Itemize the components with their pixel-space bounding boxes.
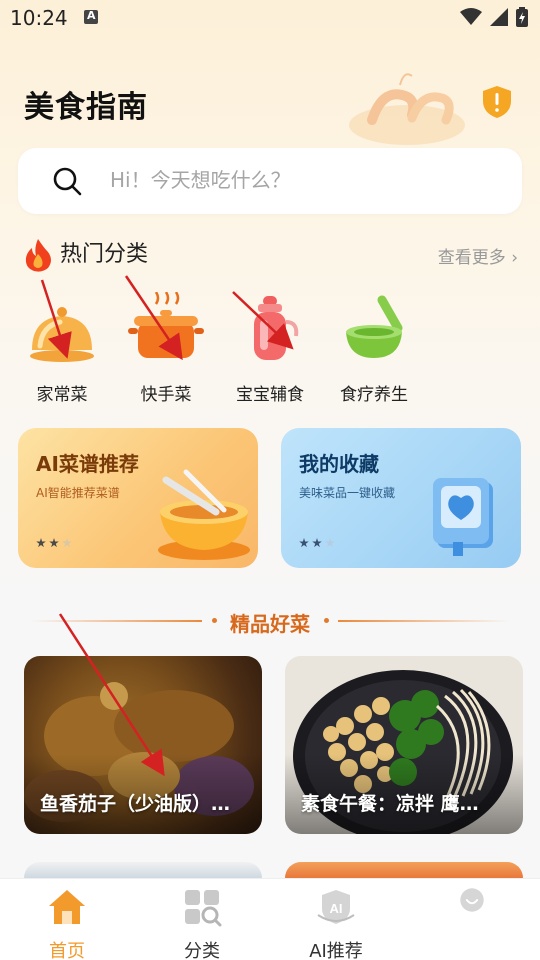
tab-ai-recommend[interactable]: AI AI推荐 (286, 887, 386, 960)
battery-icon (516, 7, 528, 27)
bottom-tab-bar: 首页 分类 AI AI推荐 (0, 878, 540, 960)
ai-recipe-card[interactable]: AI菜谱推荐 AI智能推荐菜谱 (18, 428, 258, 568)
dish-name: 素食午餐：凉拌 鹰… (301, 793, 479, 815)
category-label: 宝宝辅食 (236, 385, 304, 405)
rating-stars (299, 538, 335, 548)
tab-label: AI推荐 (309, 941, 363, 960)
bowl-icon (158, 469, 250, 560)
hot-categories-title: 热门分类 (60, 242, 149, 267)
featured-section-title: 精品好菜 (230, 612, 310, 636)
pot-icon (128, 291, 204, 358)
heart-book-icon (433, 478, 493, 556)
star-icon (299, 538, 309, 548)
svg-text:AI: AI (330, 901, 343, 916)
category-label: 家常菜 (36, 385, 88, 405)
notification-icon (84, 9, 98, 24)
cell-signal-icon (490, 8, 508, 26)
star-icon (312, 538, 322, 548)
tab-home[interactable]: 首页 (17, 887, 117, 960)
status-time: 10:24 (10, 6, 68, 30)
grid-search-icon (185, 890, 222, 927)
card-title: 我的收藏 (299, 452, 379, 476)
app-title: 美食指南 (24, 90, 148, 125)
status-bar: 10:24 (0, 0, 540, 36)
divider-dot (324, 618, 329, 623)
dish-card[interactable]: 鱼香茄子（少油版）… (24, 656, 262, 834)
featured-section-header: 精品好菜 (0, 606, 540, 636)
category-label: 快手菜 (140, 385, 192, 405)
card-title: AI菜谱推荐 (36, 452, 139, 476)
card-subtitle: 美味菜品一键收藏 (299, 486, 396, 500)
category-home-cooking[interactable]: 家常菜 (12, 292, 112, 405)
rating-stars (36, 538, 72, 548)
status-icons (460, 7, 528, 27)
card-subtitle: AI智能推荐菜谱 (36, 486, 120, 500)
baby-bottle-icon (254, 296, 299, 360)
category-health-diet[interactable]: 食疗养生 (324, 292, 424, 405)
star-icon (36, 538, 46, 548)
tab-categories[interactable]: 分类 (152, 887, 252, 960)
tab-profile[interactable] (422, 887, 522, 923)
star-icon (62, 538, 72, 548)
shrimp-decoration-icon (349, 73, 465, 145)
star-icon (325, 538, 335, 548)
category-quick-dishes[interactable]: 快手菜 (116, 291, 216, 405)
wifi-icon (460, 8, 482, 25)
star-icon (49, 538, 59, 548)
mortar-icon (346, 295, 403, 358)
see-more-link[interactable]: 查看更多 › (438, 243, 518, 268)
home-icon (49, 890, 85, 924)
search-input[interactable] (110, 168, 490, 192)
dish-name: 鱼香茄子（少油版）… (40, 793, 231, 815)
tab-label: 首页 (49, 941, 85, 960)
search-icon[interactable] (52, 166, 82, 196)
cloche-icon (30, 307, 94, 362)
category-label: 食疗养生 (340, 385, 408, 405)
fire-icon (25, 239, 51, 272)
tab-label: 分类 (184, 941, 220, 960)
ai-badge-icon: AI (317, 890, 355, 924)
category-baby-food[interactable]: 宝宝辅食 (220, 292, 320, 405)
profile-icon (460, 888, 484, 912)
shield-icon[interactable] (482, 85, 512, 119)
my-favorites-card[interactable]: 我的收藏 美味菜品一键收藏 (281, 428, 521, 568)
divider (338, 620, 510, 622)
dish-card[interactable]: 素食午餐：凉拌 鹰… (285, 656, 523, 834)
search-bar[interactable] (18, 148, 522, 214)
